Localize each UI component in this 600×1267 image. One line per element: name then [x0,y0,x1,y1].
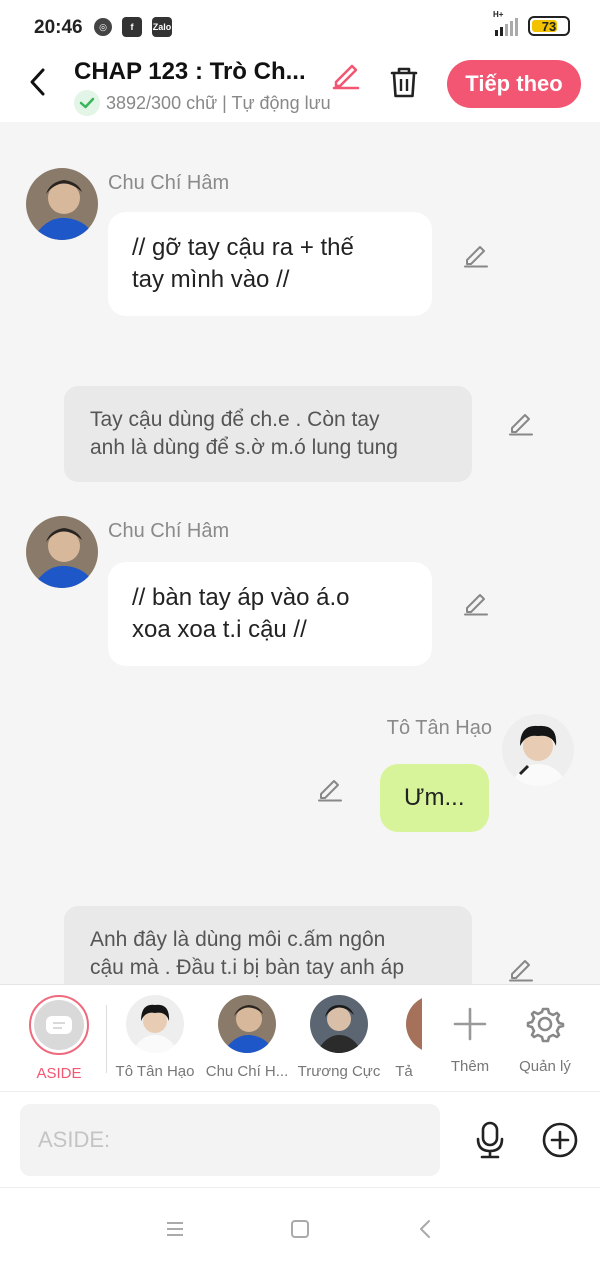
aside-line: Anh đây là dùng môi c.ấm ngôn [90,928,386,951]
message-bubble[interactable]: // bàn tay áp vào á.o xoa xoa t.i cậu // [108,562,432,666]
status-time: 20:46 [34,17,83,38]
sender-name: Tô Tân Hạo [386,717,492,739]
sender-name: Chu Chí Hâm [108,172,230,194]
character-label: ASIDE [36,1065,82,1082]
character-strip: ASIDE Tô Tân Hạo Chu Chí H... Trương Cực… [0,984,600,1091]
chat-area[interactable]: Chu Chí Hâm // gỡ tay cậu ra + thế tay m… [0,122,600,984]
manage-button[interactable]: Quản lý [500,995,590,1075]
message-line: // gỡ tay cậu ra + thế [132,234,354,261]
aside-icon [46,1016,72,1034]
character-label: Chu Chí H... [205,1063,289,1080]
chapter-title: CHAP 123 : Trò Ch... [74,58,306,85]
character-aside[interactable]: ASIDE [14,995,104,1082]
aside-line: Tay cậu dùng để ch.e . Còn tay [90,408,380,431]
menu-icon [167,1222,183,1236]
manage-label: Quản lý [519,1058,571,1075]
square-icon [291,1220,309,1238]
aside-box[interactable]: Anh đây là dùng môi c.ấm ngôn cậu mà . Đ… [64,906,472,984]
character-label: Tả [395,1063,413,1080]
message-input[interactable] [20,1104,440,1176]
network-type: H+ [493,10,504,19]
message-line: tay mình vào // [132,266,290,293]
sender-name: Chu Chí Hâm [108,520,230,542]
word-count-text: 3892/300 chữ | Tự động lưu [106,92,331,113]
character-avatar [310,995,368,1053]
edit-title-button[interactable] [330,58,362,90]
character-to-tan-hao[interactable]: Tô Tân Hạo [110,995,200,1080]
character-label: Tô Tân Hạo [115,1063,195,1080]
avatar-to-tan-hao[interactable] [502,714,574,786]
edit-message-icon[interactable] [508,410,534,436]
back-button[interactable] [22,64,52,100]
microphone-icon [476,1121,504,1159]
character-chu-chi-ham[interactable]: Chu Chí H... [202,995,292,1080]
character-label: Trương Cực [297,1063,381,1080]
edit-message-icon[interactable] [463,590,489,616]
signal-icon: H+ [493,10,518,36]
message-line: // bàn tay áp vào á.o [132,584,350,611]
aside-box[interactable]: Tay cậu dùng để ch.e . Còn tay anh là dù… [64,386,472,482]
character-avatar [126,995,184,1053]
aside-line: anh là dùng để s.ờ m.ó lung tung [90,436,398,459]
home-nav-button[interactable] [285,1214,315,1244]
edit-message-icon[interactable] [317,776,343,802]
character-avatar [218,995,276,1053]
edit-message-icon[interactable] [508,956,534,982]
next-button[interactable]: Tiếp theo [447,60,581,108]
input-area [0,1091,600,1187]
aside-avatar [29,995,89,1055]
gear-icon [526,1007,565,1043]
edit-message-icon[interactable] [463,242,489,268]
zalo-icon: Zalo [152,17,172,37]
plus-icon [453,1007,487,1041]
trash-icon [390,67,418,98]
status-right: H+ 73 [493,10,570,36]
target-icon: ◎ [94,18,112,36]
message-bubble[interactable]: // gỡ tay cậu ra + thế tay mình vào // [108,212,432,316]
message-line: xoa xoa t.i cậu // [132,616,307,643]
divider [106,1005,107,1073]
battery-icon: 73 [528,16,570,36]
avatar-chu-chi-ham[interactable] [26,168,98,240]
word-count: 3892/300 chữ | Tự động lưu [74,90,331,116]
chevron-left-icon [420,1220,430,1238]
battery-level: 73 [541,18,557,34]
check-icon [74,90,100,116]
system-nav-bar [0,1187,600,1267]
message-bubble[interactable]: Ưm... [380,764,489,832]
header: CHAP 123 : Trò Ch... 3892/300 chữ | Tự đ… [0,56,600,122]
character-partial[interactable]: Tả [386,995,422,1080]
character-avatar [406,995,422,1053]
character-truong-cuc[interactable]: Trương Cực [294,995,384,1080]
aside-line: cậu mà . Đầu t.i bị bàn tay anh áp [90,956,405,979]
plus-circle-icon [542,1122,578,1158]
status-bar: 20:46 ◎ f Zalo H+ 73 [0,0,600,56]
facebook-icon: f [122,17,142,37]
avatar-chu-chi-ham[interactable] [26,516,98,588]
message-line: Ưm... [404,784,465,811]
menu-nav-button[interactable] [160,1214,190,1244]
back-nav-button[interactable] [410,1214,440,1244]
add-attachment-button[interactable] [540,1120,580,1160]
delete-button[interactable] [386,64,422,100]
chevron-left-icon [30,68,45,96]
pencil-icon [332,64,360,90]
notification-icons: ◎ f Zalo [94,17,172,37]
voice-input-button[interactable] [470,1120,510,1160]
